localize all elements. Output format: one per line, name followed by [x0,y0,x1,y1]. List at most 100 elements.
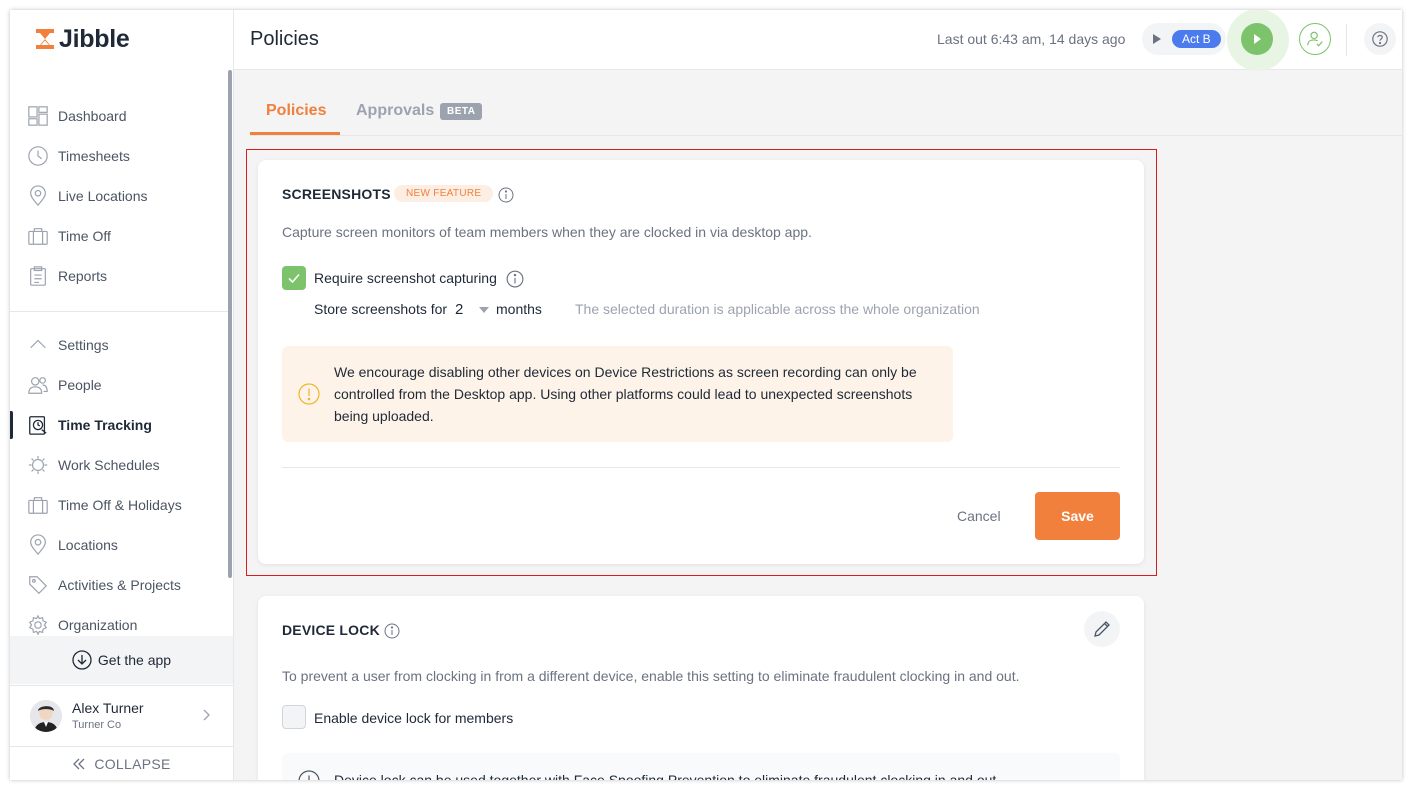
app-window: Jibble Dashboard Timesheets Live Locatio… [10,10,1402,780]
sidebar-item-dashboard[interactable]: Dashboard [10,96,234,136]
device-warning-text: We encourage disabling other devices on … [334,364,917,424]
sidebar-item-label: Reports [58,268,108,284]
screenshots-description: Capture screen monitors of team members … [282,224,812,240]
dashboard-icon [26,104,50,128]
device-lock-label[interactable]: Enable device lock for members [314,710,513,726]
suitcase-icon [26,224,50,248]
sidebar-item-label: People [58,377,102,393]
require-screenshot-checkbox[interactable] [282,266,306,290]
sidebar: Jibble Dashboard Timesheets Live Locatio… [10,10,234,780]
activity-badge: Act B [1172,30,1221,48]
device-lock-info-text: Device lock can be used together with Fa… [334,772,1001,780]
device-warning-box: We encourage disabling other devices on … [282,346,953,442]
tab-approvals[interactable]: Approvals [356,102,434,120]
last-out-status: Last out 6:43 am, 14 days ago [937,31,1126,47]
caret-down-icon[interactable] [479,307,489,313]
store-duration-unit: months [496,301,542,317]
sidebar-item-activities-projects[interactable]: Activities & Projects [10,565,234,605]
top-header: Policies Last out 6:43 am, 14 days ago A… [234,10,1402,71]
sidebar-nav-main: Dashboard Timesheets Live Locations Time… [10,96,234,296]
play-small-icon [1153,34,1161,44]
sidebar-nav-settings: Settings People Time Tracking Work Sched… [10,325,234,645]
sidebar-item-timesheets[interactable]: Timesheets [10,136,234,176]
info-icon[interactable] [498,187,514,203]
tag-icon [26,573,50,597]
device-lock-description: To prevent a user from clocking in from … [282,668,1020,684]
page-title: Policies [250,28,319,50]
sidebar-item-label: Dashboard [58,108,127,124]
people-icon [26,373,50,397]
user-status-button[interactable] [1299,23,1331,55]
user-org: Turner Co [72,719,122,731]
user-profile[interactable]: Alex Turner Turner Co [10,685,233,745]
clock-in-play-button[interactable] [1241,23,1273,55]
sidebar-item-label: Activities & Projects [58,577,181,593]
sidebar-item-time-tracking[interactable]: Time Tracking [10,405,234,445]
help-button[interactable] [1364,23,1396,55]
screenshots-title: SCREENSHOTS [282,186,391,202]
activity-pill[interactable]: Act B [1142,23,1226,55]
sidebar-item-label: Time Tracking [58,417,152,433]
play-icon [1254,34,1261,44]
device-lock-card: DEVICE LOCK To prevent a user from clock… [258,596,1144,780]
schedule-icon [26,453,50,477]
double-chevron-left-icon [73,758,85,769]
sidebar-item-locations[interactable]: Locations [10,525,234,565]
store-duration-hint: The selected duration is applicable acro… [575,301,980,317]
download-icon [72,650,92,670]
sidebar-item-settings[interactable]: Settings [10,325,234,365]
logo-mark-icon [36,29,54,49]
beta-badge: BETA [440,103,483,120]
location-pin-icon [26,533,50,557]
sidebar-scrollbar[interactable] [228,70,232,578]
info-icon[interactable] [506,270,524,288]
location-pin-icon [26,184,50,208]
device-lock-title: DEVICE LOCK [282,622,380,638]
sidebar-item-reports[interactable]: Reports [10,256,234,296]
store-duration-label: Store screenshots for [314,301,448,317]
suitcase-icon [26,493,50,517]
save-button[interactable]: Save [1035,492,1120,540]
sidebar-item-label: Organization [58,617,138,633]
cancel-button[interactable]: Cancel [957,508,1001,524]
sidebar-item-time-off[interactable]: Time Off [10,216,234,256]
device-lock-checkbox[interactable] [282,705,306,729]
collapse-button[interactable]: COLLAPSE [10,746,233,780]
tab-policies[interactable]: Policies [266,102,326,120]
time-tracking-icon [26,413,50,437]
chevron-up-icon [26,333,50,357]
user-name: Alex Turner [72,700,144,716]
clipboard-icon [26,264,50,288]
sidebar-item-work-schedules[interactable]: Work Schedules [10,445,234,485]
get-app-label: Get the app [97,652,172,668]
sidebar-item-label: Locations [58,537,118,553]
screenshots-card: SCREENSHOTS NEW FEATURE Capture screen m… [258,160,1144,564]
sidebar-item-live-locations[interactable]: Live Locations [10,176,234,216]
active-tab-indicator [250,132,340,135]
logo-text: Jibble [59,24,130,53]
info-icon[interactable] [384,623,400,639]
sidebar-item-label: Time Off & Holidays [58,497,182,513]
chevron-right-icon [203,709,210,721]
clock-icon [26,144,50,168]
sidebar-item-label: Settings [58,337,109,353]
policy-tabs: Policies Approvals BETA [250,96,1402,136]
device-lock-info-box: Device lock can be used together with Fa… [282,753,1120,780]
sidebar-item-people[interactable]: People [10,365,234,405]
edit-button[interactable] [1084,611,1120,647]
card-divider [282,467,1120,468]
gear-icon [26,613,50,637]
require-screenshot-label[interactable]: Require screenshot capturing [314,270,497,286]
help-icon [1372,31,1388,47]
get-app-button[interactable]: Get the app [10,636,233,684]
user-check-icon [1307,31,1323,47]
sidebar-item-time-off-holidays[interactable]: Time Off & Holidays [10,485,234,525]
jibble-logo[interactable]: Jibble [34,24,130,53]
store-duration-select[interactable]: 2 [455,301,463,318]
collapse-label: COLLAPSE [94,755,171,772]
header-divider [1346,24,1347,56]
sidebar-item-label: Work Schedules [58,457,160,473]
pencil-icon [1094,621,1110,637]
warning-icon [298,383,320,405]
sidebar-divider [10,311,232,312]
